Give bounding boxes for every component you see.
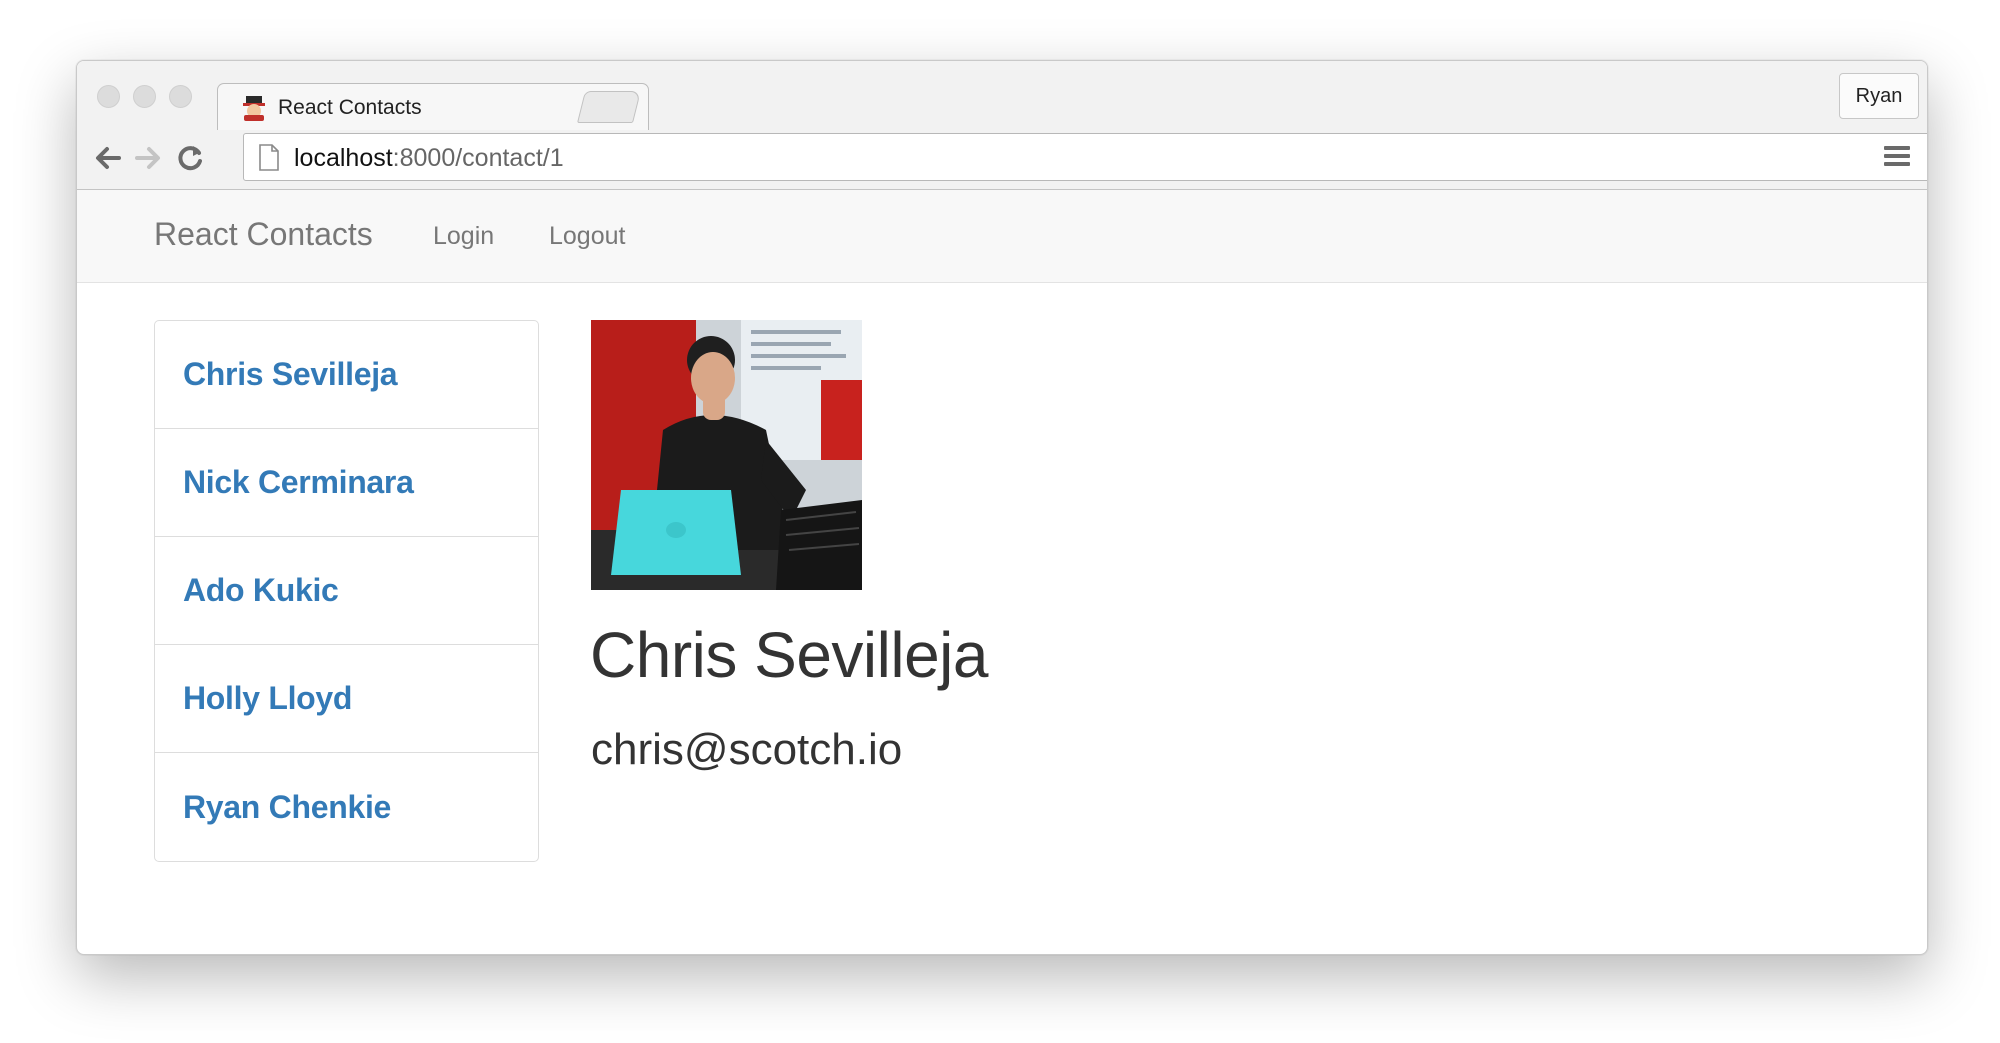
new-tab-button[interactable]: [577, 91, 641, 123]
contact-list-item[interactable]: Ryan Chenkie: [155, 753, 538, 861]
contact-photo: [591, 320, 862, 590]
contact-email: chris@scotch.io: [591, 725, 903, 774]
hamburger-menu-icon[interactable]: [1881, 139, 1913, 173]
forward-arrow-icon[interactable]: [131, 141, 165, 175]
contact-list-item[interactable]: Ado Kukic: [155, 537, 538, 645]
contact-list-item[interactable]: Holly Lloyd: [155, 645, 538, 753]
reload-icon[interactable]: [173, 141, 207, 175]
profile-button[interactable]: Ryan: [1839, 73, 1919, 119]
contact-list: Chris Sevilleja Nick Cerminara Ado Kukic…: [154, 320, 539, 862]
close-window-button[interactable]: [97, 85, 120, 108]
app-navbar: React Contacts Login Logout: [77, 190, 1927, 283]
navbar-brand[interactable]: React Contacts: [154, 216, 373, 253]
browser-chrome: React Contacts × Ryan localhost:8000/con…: [77, 61, 1927, 190]
tab-title: React Contacts: [278, 96, 422, 119]
address-bar[interactable]: localhost:8000/contact/1: [243, 133, 1927, 181]
browser-window: React Contacts × Ryan localhost:8000/con…: [76, 60, 1928, 955]
contact-list-item[interactable]: Nick Cerminara: [155, 429, 538, 537]
maximize-window-button[interactable]: [169, 85, 192, 108]
favicon-icon: [243, 96, 265, 121]
back-arrow-icon[interactable]: [91, 141, 125, 175]
page-icon: [259, 144, 279, 171]
contact-name-heading: Chris Sevilleja: [590, 619, 988, 691]
contact-list-item[interactable]: Chris Sevilleja: [155, 321, 538, 429]
url-text: localhost:8000/contact/1: [294, 144, 564, 172]
minimize-window-button[interactable]: [133, 85, 156, 108]
logout-link[interactable]: Logout: [549, 222, 625, 251]
login-link[interactable]: Login: [433, 222, 494, 251]
